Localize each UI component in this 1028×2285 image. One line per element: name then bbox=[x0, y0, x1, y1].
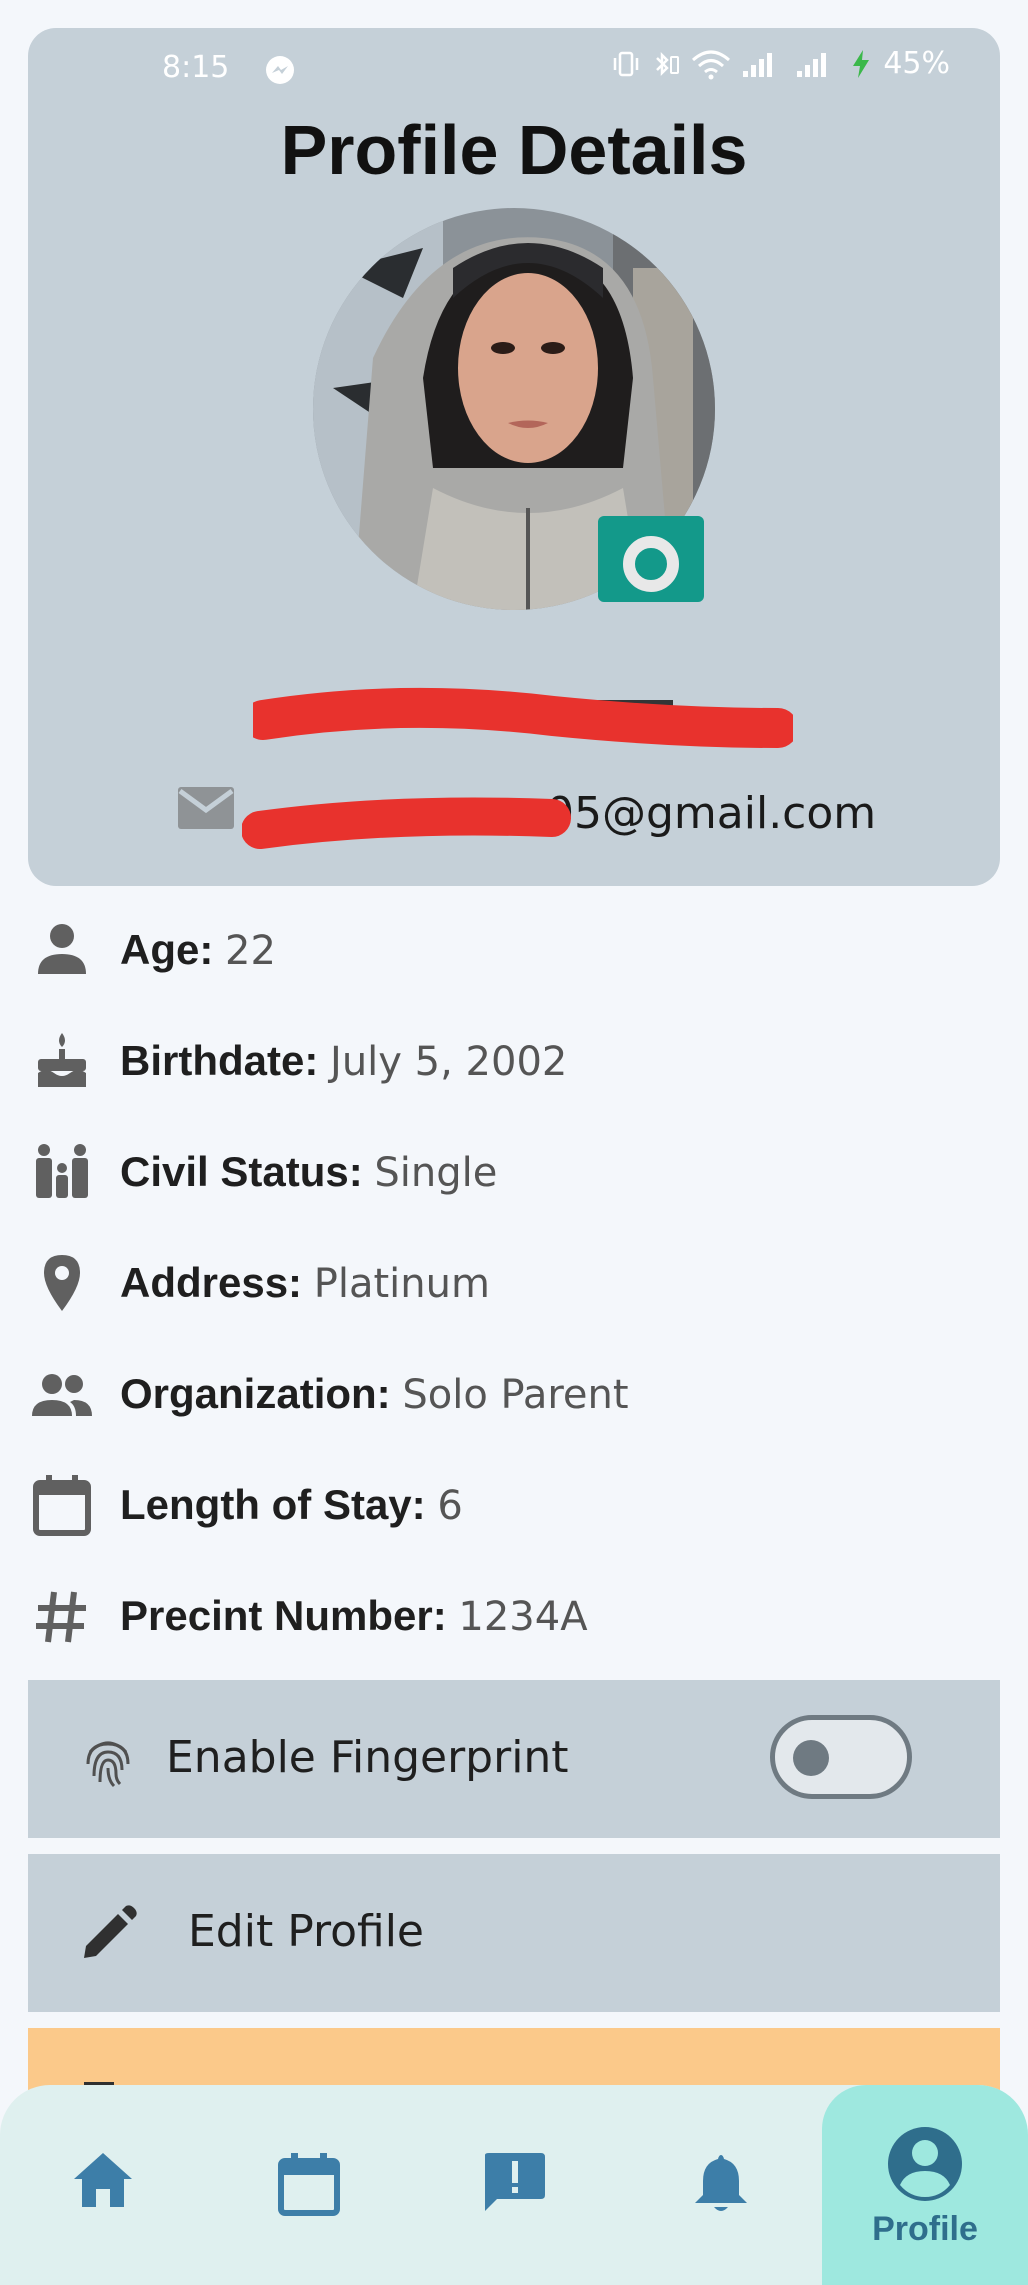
edit-profile-button[interactable]: Edit Profile bbox=[28, 1854, 1000, 2012]
status-bar: 8:15 45% bbox=[28, 28, 1000, 112]
bell-icon bbox=[695, 2155, 747, 2211]
detail-value: 1234A bbox=[458, 1594, 588, 1640]
messenger-icon bbox=[266, 56, 294, 84]
feedback-icon bbox=[485, 2153, 545, 2211]
detail-label: Age: bbox=[120, 926, 214, 973]
pencil-icon bbox=[84, 1905, 137, 1958]
hash-icon bbox=[36, 1591, 86, 1643]
status-time: 8:15 bbox=[162, 50, 230, 85]
nav-feedback[interactable] bbox=[412, 2085, 618, 2285]
wifi-icon bbox=[692, 50, 731, 79]
bluetooth-battery-icon bbox=[656, 51, 680, 76]
detail-row-age: Age: 22 bbox=[30, 910, 990, 990]
edit-profile-label: Edit Profile bbox=[188, 1906, 425, 1957]
fingerprint-setting[interactable]: Enable Fingerprint bbox=[28, 1680, 1000, 1838]
detail-label: Birthdate: bbox=[120, 1037, 319, 1084]
cake-icon bbox=[38, 1033, 86, 1087]
fingerprint-toggle[interactable] bbox=[770, 1715, 912, 1799]
nav-notifications[interactable] bbox=[618, 2085, 824, 2285]
detail-label: Precint Number: bbox=[120, 1592, 447, 1639]
detail-value: Single bbox=[374, 1150, 498, 1196]
calendar-icon bbox=[33, 1475, 91, 1536]
vibrate-icon bbox=[614, 51, 639, 76]
charging-icon bbox=[853, 49, 870, 78]
camera-icon bbox=[623, 516, 679, 592]
detail-label: Length of Stay: bbox=[120, 1481, 426, 1528]
signal-icon bbox=[797, 52, 827, 77]
detail-row-length-of-stay: Length of Stay: 6 bbox=[30, 1465, 990, 1545]
page-title: Profile Details bbox=[280, 111, 748, 189]
nav-profile[interactable]: Profile bbox=[822, 2085, 1028, 2285]
detail-value: Solo Parent bbox=[402, 1372, 629, 1418]
person-icon bbox=[38, 924, 86, 974]
group-icon bbox=[32, 1374, 92, 1416]
name-redaction: ▬▬▬▬▬ bbox=[253, 664, 793, 748]
detail-row-civil-status: Civil Status: Single bbox=[30, 1132, 990, 1212]
family-icon bbox=[36, 1144, 88, 1198]
account-circle-icon bbox=[888, 2127, 962, 2201]
email-icon bbox=[178, 787, 234, 829]
detail-row-precinct: Precint Number: 1234A bbox=[30, 1576, 990, 1656]
change-photo-button[interactable] bbox=[598, 516, 704, 602]
nav-calendar[interactable] bbox=[206, 2085, 412, 2285]
detail-value: July 5, 2002 bbox=[330, 1039, 568, 1085]
nav-home[interactable] bbox=[0, 2085, 206, 2285]
fingerprint-label: Enable Fingerprint bbox=[166, 1732, 569, 1783]
location-pin-icon bbox=[44, 1255, 80, 1311]
detail-row-address: Address: Platinum bbox=[30, 1243, 990, 1323]
fingerprint-icon bbox=[86, 1741, 130, 1788]
detail-row-organization: Organization: Solo Parent bbox=[30, 1354, 990, 1434]
bottom-navigation: Profile bbox=[0, 2085, 1028, 2285]
email-text: 05@gmail.com bbox=[546, 788, 877, 839]
detail-label: Organization: bbox=[120, 1370, 391, 1417]
email-row: 05@gmail.com bbox=[176, 778, 916, 849]
detail-value: 6 bbox=[437, 1483, 463, 1529]
nav-profile-label: Profile bbox=[872, 2210, 978, 2248]
home-icon bbox=[74, 2153, 132, 2207]
signal-icon bbox=[743, 52, 773, 77]
detail-label: Address: bbox=[120, 1259, 303, 1306]
detail-value: 22 bbox=[225, 928, 276, 974]
toggle-knob bbox=[793, 1740, 829, 1776]
profile-header-card: 8:15 45% Profile Details ▬▬▬▬▬ 05@gmail.… bbox=[28, 28, 1000, 886]
calendar-icon bbox=[278, 2153, 340, 2216]
battery-percent: 45% bbox=[883, 46, 950, 81]
email-redaction bbox=[242, 797, 571, 849]
detail-row-birthdate: Birthdate: July 5, 2002 bbox=[30, 1021, 990, 1101]
detail-label: Civil Status: bbox=[120, 1148, 363, 1195]
detail-value: Platinum bbox=[313, 1261, 490, 1307]
